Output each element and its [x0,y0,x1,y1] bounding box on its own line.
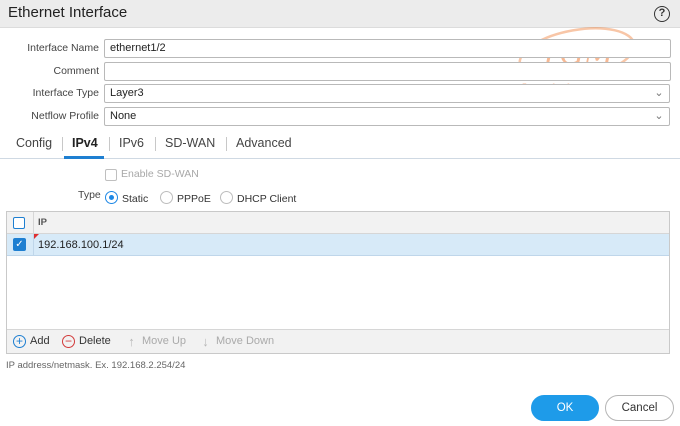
enable-sdwan-label: Enable SD-WAN [121,168,199,180]
chevron-down-icon[interactable]: ⌄ [653,109,665,123]
arrow-down-icon: ↓ [202,334,209,349]
comment-label: Comment [53,65,99,77]
select-all-checkbox[interactable] [13,217,25,229]
radio-dhcp-client[interactable] [220,191,233,204]
dialog-title: Ethernet Interface [8,4,128,21]
interface-name-value: ethernet1/2 [110,42,166,54]
enable-sdwan-checkbox [105,169,117,181]
radio-static-label: Static [122,193,149,205]
tab-ipv4[interactable]: IPv4 [72,136,98,150]
interface-type-row: Interface Type Layer3 ⌄ [0,84,680,104]
tab-config[interactable]: Config [16,136,52,150]
type-label: Type [78,189,101,201]
row-ip-value[interactable]: 192.168.100.1/24 [38,239,124,251]
add-label: Add [30,335,50,347]
ip-address-table: IP ✓ 192.168.100.1/24 + Add − Delete ↑ M… [6,211,670,354]
netflow-profile-row: Netflow Profile None ⌄ [0,107,680,127]
move-up-label: Move Up [142,335,187,347]
comment-row: Comment [0,62,680,82]
table-toolbar: + Add − Delete ↑ Move Up ↓ Move Down [7,329,669,353]
row-checkbox[interactable]: ✓ [13,238,26,251]
interface-type-value: Layer3 [110,87,144,99]
interface-name-label: Interface Name [27,42,99,54]
radio-static[interactable] [105,191,118,204]
tab-ipv6[interactable]: IPv6 [119,136,144,150]
netflow-profile-value: None [110,110,137,122]
tab-bar: Config IPv4 IPv6 SD-WAN Advanced [0,133,680,159]
netflow-profile-select[interactable]: None ⌄ [104,107,670,126]
interface-type-label: Interface Type [32,87,99,99]
column-header-ip[interactable]: IP [38,217,47,228]
tab-separator [62,137,63,151]
ip-format-hint: IP address/netmask. Ex. 192.168.2.254/24 [6,360,186,371]
tab-sd-wan[interactable]: SD-WAN [165,136,215,150]
comment-field[interactable] [104,62,671,81]
radio-pppoe[interactable] [160,191,173,204]
tab-advanced[interactable]: Advanced [236,136,292,150]
column-divider [33,212,34,234]
tab-separator [109,137,110,151]
netflow-profile-label: Netflow Profile [31,110,99,122]
arrow-up-icon: ↑ [128,334,135,349]
interface-name-field[interactable]: ethernet1/2 [104,39,671,58]
cancel-button[interactable]: Cancel [605,395,674,421]
dialog-titlebar: Ethernet Interface ? [0,0,680,28]
interface-type-select[interactable]: Layer3 ⌄ [104,84,670,103]
plus-circle-icon: + [13,335,26,348]
table-row[interactable]: ✓ 192.168.100.1/24 [7,234,669,256]
table-header: IP [7,212,669,234]
chevron-down-icon[interactable]: ⌄ [653,86,665,100]
move-down-label: Move Down [216,335,275,347]
tab-separator [155,137,156,151]
active-tab-indicator [64,156,104,159]
radio-pppoe-label: PPPoE [177,193,211,205]
help-icon[interactable]: ? [654,6,670,22]
interface-name-row: Interface Name ethernet1/2 [0,39,680,59]
delete-label: Delete [79,335,111,347]
ok-button[interactable]: OK [531,395,599,421]
radio-dhcp-client-label: DHCP Client [237,193,297,205]
minus-circle-icon: − [62,335,75,348]
tab-separator [226,137,227,151]
